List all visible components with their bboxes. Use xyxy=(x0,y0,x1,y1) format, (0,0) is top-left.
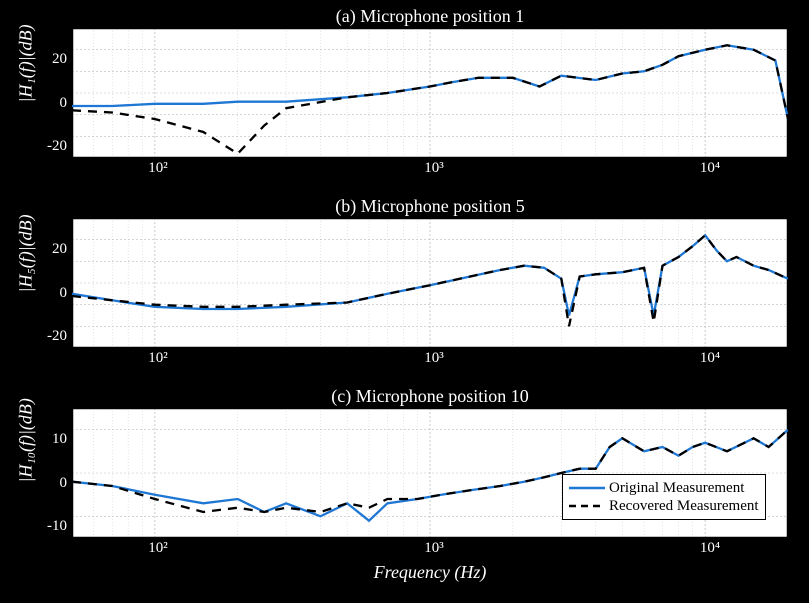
xtick-label: 10⁴ xyxy=(680,350,740,367)
ytick-label: 0 xyxy=(17,95,67,112)
xtick-label: 10² xyxy=(128,160,188,177)
legend: Original Measurement Recovered Measureme… xyxy=(562,474,766,520)
ytick-label: 0 xyxy=(17,285,67,302)
xlabel: Frequency (Hz) xyxy=(330,562,530,583)
xtick-label: 10³ xyxy=(404,350,464,367)
xtick-label: 10² xyxy=(128,350,188,367)
legend-label: Recovered Measurement xyxy=(609,498,759,515)
figure: (a) Microphone position 1 (b) Microphone… xyxy=(0,0,809,603)
subplot-2 xyxy=(72,218,788,348)
legend-swatch-solid xyxy=(569,479,605,497)
legend-swatch-dashed xyxy=(569,497,605,515)
xtick-label: 10³ xyxy=(404,160,464,177)
ytick-label: 0 xyxy=(17,475,67,492)
ytick-label: 10 xyxy=(17,431,67,448)
ytick-label: -20 xyxy=(17,138,67,155)
ytick-label: 20 xyxy=(17,241,67,258)
subplot-2-title: (b) Microphone position 5 xyxy=(72,196,788,217)
xtick-label: 10⁴ xyxy=(680,540,740,557)
ytick-label: 20 xyxy=(17,51,67,68)
ytick-label: -10 xyxy=(17,518,67,535)
legend-entry-original: Original Measurement xyxy=(569,479,759,497)
legend-entry-recovered: Recovered Measurement xyxy=(569,497,759,515)
subplot-3-title: (c) Microphone position 10 xyxy=(72,386,788,407)
xtick-label: 10³ xyxy=(404,540,464,557)
subplot-1 xyxy=(72,28,788,158)
subplot-1-title: (a) Microphone position 1 xyxy=(72,6,788,27)
xtick-label: 10² xyxy=(128,540,188,557)
xtick-label: 10⁴ xyxy=(680,160,740,177)
ytick-label: -20 xyxy=(17,328,67,345)
legend-label: Original Measurement xyxy=(609,480,744,497)
